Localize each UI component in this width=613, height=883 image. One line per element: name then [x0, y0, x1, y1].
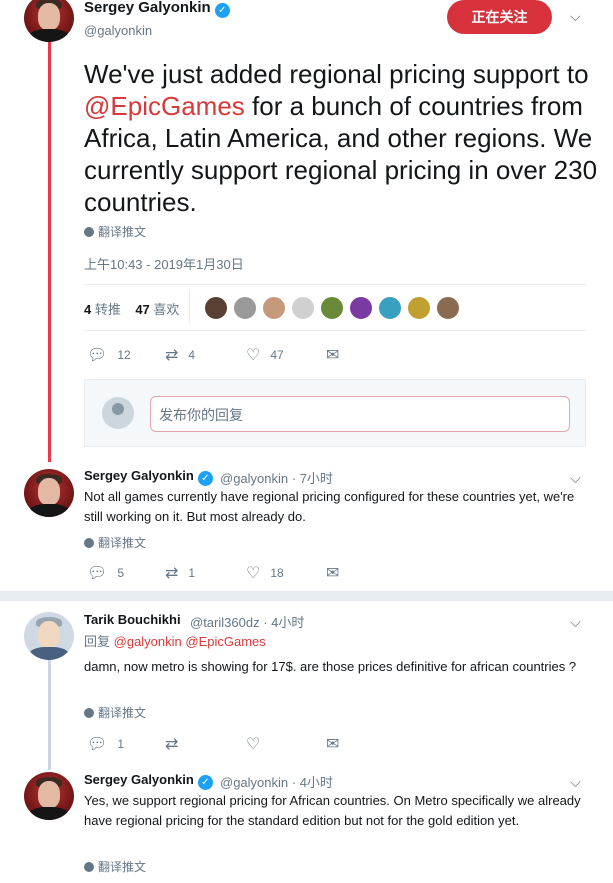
author-name[interactable]: Sergey Galyonkin ✓	[84, 468, 213, 486]
mention-link[interactable]: @EpicGames	[84, 91, 245, 121]
envelope-icon: ✉	[326, 736, 340, 753]
reply-input[interactable]: 发布你的回复	[150, 396, 570, 432]
retweet-action[interactable]: ⇄ 1	[165, 563, 195, 583]
like-action[interactable]: ♡	[246, 734, 270, 754]
tweet-text: Yes, we support regional pricing for Afr…	[84, 793, 581, 828]
author-handle[interactable]: @galyonkin · 4小时	[220, 772, 333, 791]
chevron-down-icon[interactable]: ⌵	[570, 470, 581, 487]
like-stat[interactable]: 47 喜欢	[135, 302, 179, 317]
like-action[interactable]: ♡ 47	[246, 345, 284, 365]
reply-action[interactable]: 💬︎ 12	[87, 345, 131, 365]
mention-link[interactable]: @galyonkin @EpicGames	[114, 634, 266, 649]
reply-icon: 💬︎	[87, 565, 108, 582]
heart-icon: ♡	[246, 347, 261, 364]
chevron-down-icon[interactable]: ⌵	[570, 614, 581, 631]
author-handle[interactable]: @galyonkin	[84, 23, 152, 38]
avatar[interactable]	[24, 0, 74, 42]
liker-avatar[interactable]	[378, 296, 402, 320]
heart-icon: ♡	[246, 565, 261, 582]
retweet-icon: ⇄	[165, 736, 179, 753]
translate-link[interactable]: 翻译推文	[84, 534, 146, 551]
liker-avatar[interactable]	[349, 296, 373, 320]
liker-avatar[interactable]	[233, 296, 257, 320]
verified-badge-icon: ✓	[214, 3, 230, 18]
tweet-text: Not all games currently have regional pr…	[84, 489, 575, 524]
tweet-stats: 4 转推 47 喜欢	[84, 299, 179, 318]
retweet-icon: ⇄	[165, 565, 179, 582]
timestamp[interactable]: 上午10:43 - 2019年1月30日	[84, 254, 244, 273]
author-name[interactable]: Sergey Galyonkin ✓	[84, 0, 230, 18]
reply-action[interactable]: 💬︎ 1	[87, 734, 124, 754]
liker-avatar[interactable]	[407, 296, 431, 320]
liker-avatar[interactable]	[436, 296, 460, 320]
globe-icon	[84, 227, 94, 237]
globe-icon	[84, 708, 94, 718]
liker-avatar[interactable]	[262, 296, 286, 320]
verified-badge-icon: ✓	[197, 775, 213, 790]
reply-context: 回复 @galyonkin @EpicGames	[84, 634, 266, 649]
heart-icon: ♡	[246, 736, 261, 753]
tweet-text: We've just added regional pricing suppor…	[84, 59, 598, 217]
chevron-down-icon[interactable]: ⌵	[570, 8, 581, 25]
translate-link[interactable]: 翻译推文	[84, 704, 146, 721]
globe-icon	[84, 862, 94, 872]
retweet-action[interactable]: ⇄	[165, 734, 188, 754]
retweet-stat[interactable]: 4 转推	[84, 302, 121, 317]
liker-avatar[interactable]	[204, 296, 228, 320]
dm-action[interactable]: ✉	[326, 563, 349, 583]
like-action[interactable]: ♡ 18	[246, 563, 284, 583]
author-name[interactable]: Sergey Galyonkin ✓	[84, 772, 213, 790]
divider	[84, 284, 586, 285]
chevron-down-icon[interactable]: ⌵	[570, 774, 581, 791]
avatar[interactable]	[24, 469, 74, 517]
globe-icon	[84, 538, 94, 548]
stats-divider	[189, 290, 190, 324]
tweet-text: damn, now metro is showing for 17$. are …	[84, 659, 577, 674]
thread-line	[48, 42, 51, 462]
envelope-icon: ✉	[326, 347, 340, 364]
following-button[interactable]: 正在关注	[447, 0, 552, 34]
liker-avatar[interactable]	[320, 296, 344, 320]
dm-action[interactable]: ✉	[326, 734, 349, 754]
reply-icon: 💬︎	[87, 736, 108, 753]
avatar[interactable]	[24, 612, 74, 660]
reply-composer: 发布你的回复	[84, 379, 586, 447]
author-handle[interactable]: @galyonkin · 7小时	[220, 468, 333, 487]
section-separator	[0, 591, 613, 601]
thread-line	[48, 660, 51, 770]
verified-badge-icon: ✓	[197, 471, 213, 486]
reply-action[interactable]: 💬︎ 5	[87, 563, 124, 583]
liker-avatar[interactable]	[291, 296, 315, 320]
divider	[84, 330, 586, 331]
author-handle[interactable]: @taril360dz · 4小时	[190, 612, 304, 631]
reply-icon: 💬︎	[87, 347, 108, 364]
dm-action[interactable]: ✉	[326, 345, 349, 365]
retweet-action[interactable]: ⇄ 4	[165, 345, 195, 365]
author-name[interactable]: Tarik Bouchikhi	[84, 612, 181, 627]
translate-link[interactable]: 翻译推文	[84, 223, 146, 240]
envelope-icon: ✉	[326, 565, 340, 582]
user-avatar	[102, 397, 134, 429]
avatar[interactable]	[24, 772, 74, 820]
retweet-icon: ⇄	[165, 347, 179, 364]
translate-link[interactable]: 翻译推文	[84, 858, 146, 875]
